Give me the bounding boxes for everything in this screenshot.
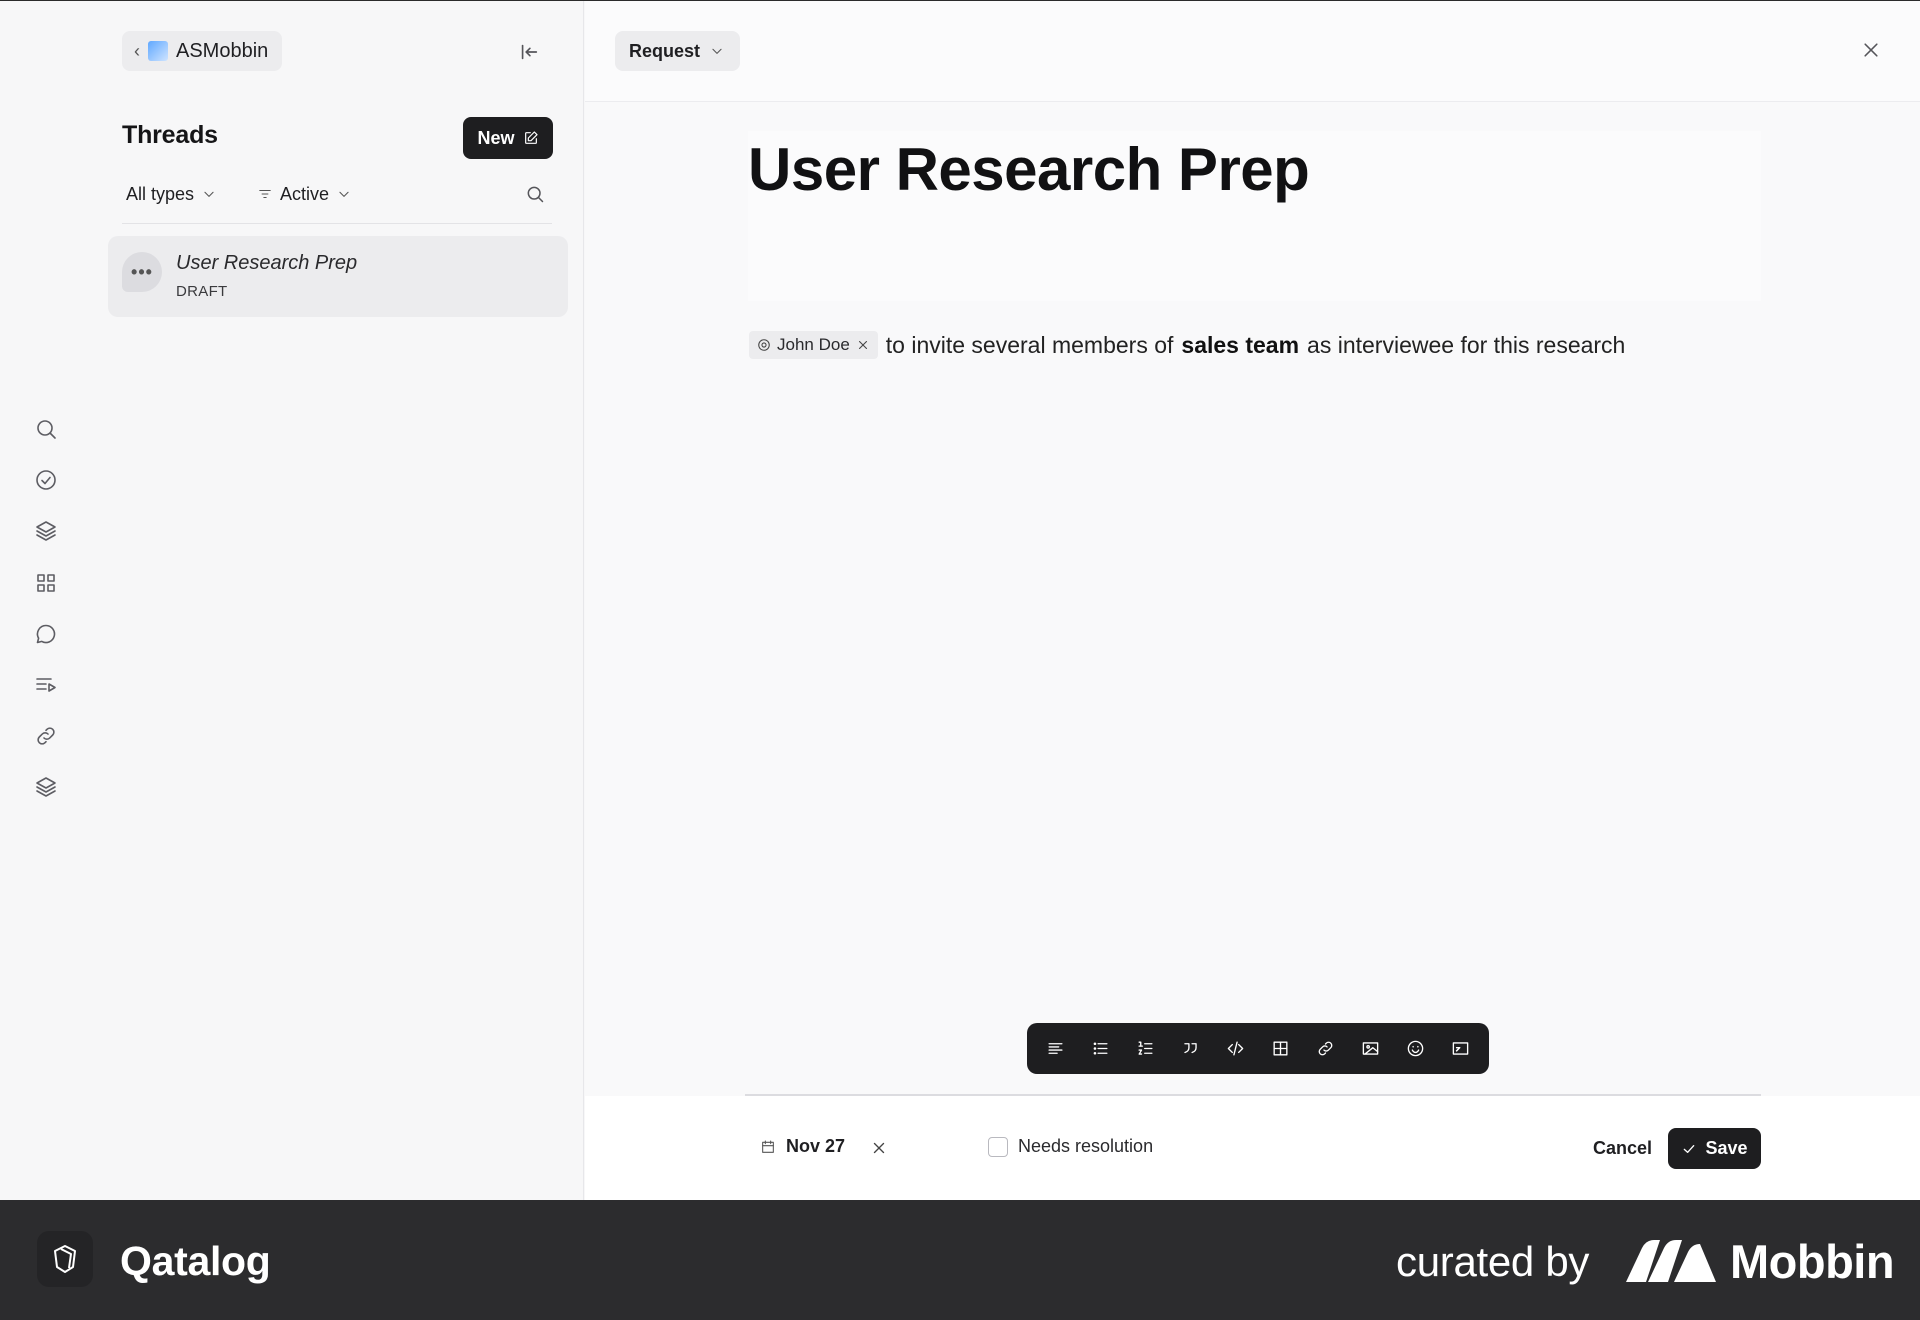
app-window: ‹ ASMobbin Threads New All types Active … <box>0 1 1920 1200</box>
thread-search-icon[interactable] <box>522 181 548 207</box>
editor-footer: Nov 27 Needs resolution Cancel Save <box>585 1096 1920 1200</box>
thread-title: User Research Prep <box>176 252 358 274</box>
editor-body[interactable]: John Doe to invite several members of sa… <box>749 331 1625 359</box>
link-icon[interactable] <box>1309 1032 1343 1066</box>
body-text: to invite several members of <box>885 331 1174 358</box>
checkmark-icon <box>1684 1144 1695 1153</box>
type-selector-button[interactable]: Request <box>615 31 741 71</box>
status-filter-dropdown[interactable]: Active <box>258 181 351 207</box>
curated-by-text: curated by <box>1396 1238 1590 1285</box>
thread-editor: Request User Research Prep John Doe to i… <box>585 1 1920 1200</box>
search-icon[interactable] <box>32 415 60 443</box>
clear-date-icon[interactable] <box>867 1136 891 1160</box>
branding-bar: Qatalog curated by Mobbin <box>0 1200 1920 1320</box>
formatting-toolbar <box>1027 1023 1489 1074</box>
status-filter-label: Active <box>280 183 330 204</box>
at-icon <box>758 339 770 351</box>
thread-chat-icon: ••• <box>122 252 162 292</box>
filter-icon <box>259 189 271 199</box>
threads-heading: Threads <box>122 121 218 149</box>
image-icon[interactable] <box>1354 1032 1388 1066</box>
chevron-left-icon: ‹ <box>134 40 140 61</box>
mobbin-logo <box>1626 1240 1716 1282</box>
grid-icon[interactable] <box>32 569 60 597</box>
numbered-list-icon[interactable] <box>1129 1032 1163 1066</box>
workspace-name: ASMobbin <box>176 39 269 62</box>
mention-name: John Doe <box>777 335 850 354</box>
chat-icon[interactable] <box>32 620 60 648</box>
stack-icon[interactable] <box>32 773 60 801</box>
needs-resolution-checkbox[interactable] <box>988 1136 1008 1157</box>
document-title[interactable]: User Research Prep <box>748 135 1310 204</box>
needs-resolution-label: Needs resolution <box>1018 1136 1154 1156</box>
chevron-down-icon <box>712 48 722 54</box>
align-left-icon[interactable] <box>1039 1032 1073 1066</box>
new-thread-button[interactable]: New <box>463 117 553 159</box>
mention-chip[interactable]: John Doe <box>749 331 878 359</box>
due-date-button[interactable]: Nov 27 <box>760 1136 845 1157</box>
check-circle-icon[interactable] <box>32 466 60 494</box>
workspace-logo <box>148 41 168 61</box>
divider <box>122 223 552 224</box>
save-label: Save <box>1705 1138 1748 1158</box>
save-button[interactable]: Save <box>1668 1128 1761 1169</box>
link-icon[interactable] <box>32 722 60 750</box>
layers-icon[interactable] <box>32 517 60 545</box>
embed-icon[interactable] <box>1444 1032 1478 1066</box>
list-play-icon[interactable] <box>32 671 60 699</box>
chevron-down-icon <box>339 191 349 197</box>
emoji-icon[interactable] <box>1399 1032 1433 1066</box>
body-text: as interviewee for this research <box>1307 331 1626 358</box>
due-date-value: Nov 27 <box>786 1136 846 1156</box>
editor-header: Request <box>585 1 1920 102</box>
cancel-button[interactable]: Cancel <box>1585 1128 1660 1168</box>
new-button-label: New <box>477 127 515 148</box>
icon-rail <box>0 1 92 1200</box>
quote-icon[interactable] <box>1174 1032 1208 1066</box>
needs-resolution-toggle[interactable]: Needs resolution <box>988 1136 1153 1157</box>
thread-status-badge: DRAFT <box>176 283 228 300</box>
bullet-list-icon[interactable] <box>1084 1032 1118 1066</box>
calendar-icon <box>762 1139 774 1153</box>
threads-sidebar: ‹ ASMobbin Threads New All types Active … <box>92 1 584 1200</box>
qatalog-logo <box>37 1231 93 1287</box>
remove-mention-icon[interactable] <box>856 338 870 352</box>
edit-icon <box>524 131 538 144</box>
brand-name: Mobbin <box>1730 1235 1895 1288</box>
type-filter-dropdown[interactable]: All types <box>126 181 216 207</box>
chevron-down-icon <box>204 191 214 197</box>
thread-list-item[interactable]: ••• User Research Prep DRAFT <box>108 236 568 317</box>
table-icon[interactable] <box>1264 1032 1298 1066</box>
code-icon[interactable] <box>1219 1032 1253 1066</box>
workspace-switcher[interactable]: ‹ ASMobbin <box>122 31 283 71</box>
collapse-sidebar-icon[interactable] <box>516 39 542 65</box>
type-filter-label: All types <box>126 183 195 204</box>
close-icon[interactable] <box>1858 37 1884 63</box>
type-selector-label: Request <box>629 40 701 61</box>
body-bold-text: sales team <box>1181 331 1300 358</box>
app-name: Qatalog <box>120 1238 271 1284</box>
